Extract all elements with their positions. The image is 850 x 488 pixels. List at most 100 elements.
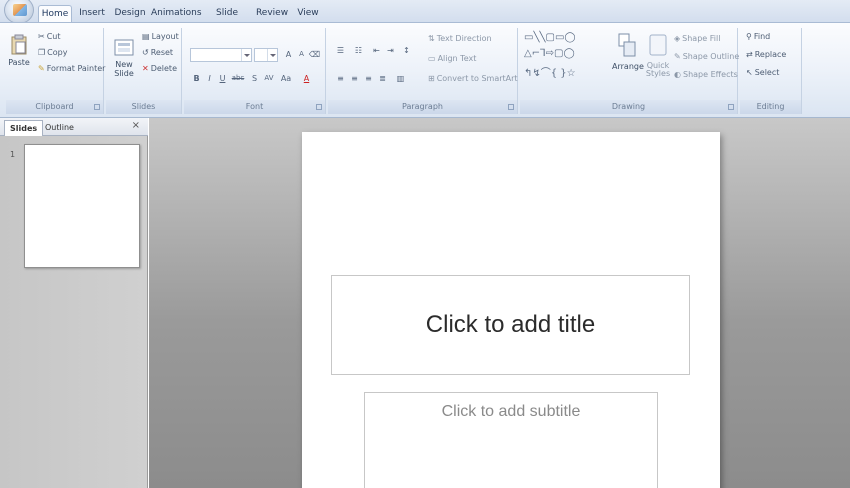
paragraph-group-label: Paragraph [328,100,517,114]
ribbon: Paste ✂ Cut ❐ Copy ✎ Format Painter Clipboa… [0,22,850,118]
shape-effects-button[interactable]: ◐ Shape Effects [674,70,738,79]
shapes-row-2-icon[interactable]: △⌐⅂⇨▢◯ [524,48,575,59]
cut-button[interactable]: ✂ Cut [38,32,61,41]
dialog-launcher-icon[interactable] [94,104,100,110]
bold-button[interactable]: B [190,72,203,85]
cursor-icon: ↖ [746,68,753,77]
reset-label: Reset [150,48,174,57]
arrange-button[interactable]: Arrange [612,32,644,71]
editing-label-text: Editing [756,102,785,111]
align-text-button[interactable]: ▭ Align Text [428,54,476,63]
paste-button[interactable]: Paste [8,34,30,67]
shape-outline-button[interactable]: ✎ Shape Outline [674,52,739,61]
clear-formatting-icon[interactable]: ⌫ [308,48,321,61]
reset-button[interactable]: ↺ Reset [142,48,173,57]
replace-label: Replace [754,50,787,59]
columns-icon[interactable]: ▥ [394,72,407,85]
line-spacing-icon[interactable]: ↕ [400,44,413,57]
select-button[interactable]: ↖ Select [746,68,779,77]
tab-animations[interactable]: Animations [151,5,202,22]
character-spacing-button[interactable]: AV [261,72,277,85]
clipboard-group-label: Clipboard [6,100,103,114]
paste-label: Paste [8,58,30,67]
change-case-button[interactable]: Aa [278,72,294,85]
shape-effects-label: Shape Effects [682,70,738,79]
office-button[interactable] [4,0,34,24]
quick-styles-button[interactable]: Quick Styles [644,32,672,78]
slide-number: 1 [10,150,16,159]
paste-icon [11,34,27,55]
shapes-row-3-icon[interactable]: ↰↯⌒{ }☆ [524,64,576,79]
tab-home[interactable]: Home [38,5,72,22]
tab-outline[interactable]: Outline [40,120,79,136]
layout-icon: ▤ [142,32,150,41]
dialog-launcher-icon[interactable] [316,104,322,110]
chevron-down-icon[interactable] [241,49,251,61]
decrease-indent-icon[interactable]: ⇤ [370,44,383,57]
close-icon[interactable]: × [132,120,140,131]
font-label-text: Font [245,102,264,111]
find-label: Find [753,32,771,41]
layout-button[interactable]: ▤ Layout [142,32,179,41]
delete-slide-button[interactable]: ✕ Delete [142,64,177,73]
convert-smartart-button[interactable]: ⊞ Convert to SmartArt [428,74,518,83]
shapes-row-1-icon[interactable]: ▭╲╲▢▭◯ [524,32,576,43]
font-color-button[interactable]: A [300,72,313,85]
font-name-combo[interactable] [190,48,252,62]
grow-font-button[interactable]: A [282,48,295,61]
underline-button[interactable]: U [216,72,229,85]
arrange-icon [618,33,636,57]
cut-label: Cut [46,32,61,41]
justify-icon[interactable]: ≣ [376,72,389,85]
italic-button[interactable]: I [203,72,216,85]
tab-design[interactable]: Design [113,5,147,22]
new-slide-button[interactable]: New Slide [110,38,138,78]
find-button[interactable]: ⚲ Find [746,32,770,41]
new-slide-icon [114,39,134,56]
arrange-label: Arrange [612,62,644,71]
slide-thumbnail[interactable] [24,144,140,268]
quick-styles-icon [649,34,667,56]
font-group-label: Font [184,100,325,114]
replace-button[interactable]: ⇄ Replace [746,50,786,59]
font-size-combo[interactable] [254,48,278,62]
layout-label: Layout [151,32,179,41]
slides-pane: Slides Outline × 1 [0,118,148,488]
slide-editing-area: Click to add title Click to add subtitle [149,118,850,488]
convert-smartart-label: Convert to SmartArt [436,74,518,83]
chevron-down-icon[interactable] [267,49,277,61]
delete-icon: ✕ [142,64,149,73]
shape-fill-button[interactable]: ◈ Shape Fill [674,34,720,43]
text-direction-label: Text Direction [436,34,492,43]
tab-slide-show[interactable]: Slide Show [204,5,250,34]
slide-canvas[interactable]: Click to add title Click to add subtitle [302,132,720,488]
shrink-font-button[interactable]: A [295,48,308,61]
reset-icon: ↺ [142,48,149,57]
dialog-launcher-icon[interactable] [728,104,734,110]
subtitle-placeholder[interactable]: Click to add subtitle [364,392,658,488]
pen-icon: ✎ [674,52,681,61]
title-placeholder[interactable]: Click to add title [331,275,690,375]
paint-bucket-icon: ◈ [674,34,681,43]
tab-view[interactable]: View [293,5,323,22]
align-right-icon[interactable]: ≡ [362,72,375,85]
align-center-icon[interactable]: ≡ [348,72,361,85]
dialog-launcher-icon[interactable] [508,104,514,110]
numbering-icon[interactable]: ☷ [352,44,365,57]
increase-indent-icon[interactable]: ⇥ [384,44,397,57]
office-logo-icon [13,4,27,16]
strikethrough-button[interactable]: abc [229,72,247,85]
shadow-button[interactable]: S [248,72,261,85]
pane-tabs: Slides Outline × [0,118,148,136]
tab-insert[interactable]: Insert [76,5,108,22]
font-group: A A ⌫ B I U abc S AV Aa A Font [184,28,326,114]
format-painter-button[interactable]: ✎ Format Painter [38,64,105,73]
text-direction-button[interactable]: ⇅ Text Direction [428,34,492,43]
tab-slides[interactable]: Slides [4,120,44,136]
tab-review[interactable]: Review [254,5,290,22]
paragraph-group: ☰ ☷ ⇤ ⇥ ↕ ≡ ≡ ≡ ≣ ▥ ⇅ Text Direction ▭ Ali… [328,28,518,114]
copy-button[interactable]: ❐ Copy [38,48,67,57]
align-left-icon[interactable]: ≡ [334,72,347,85]
bullets-icon[interactable]: ☰ [334,44,347,57]
drawing-label-text: Drawing [611,102,646,111]
